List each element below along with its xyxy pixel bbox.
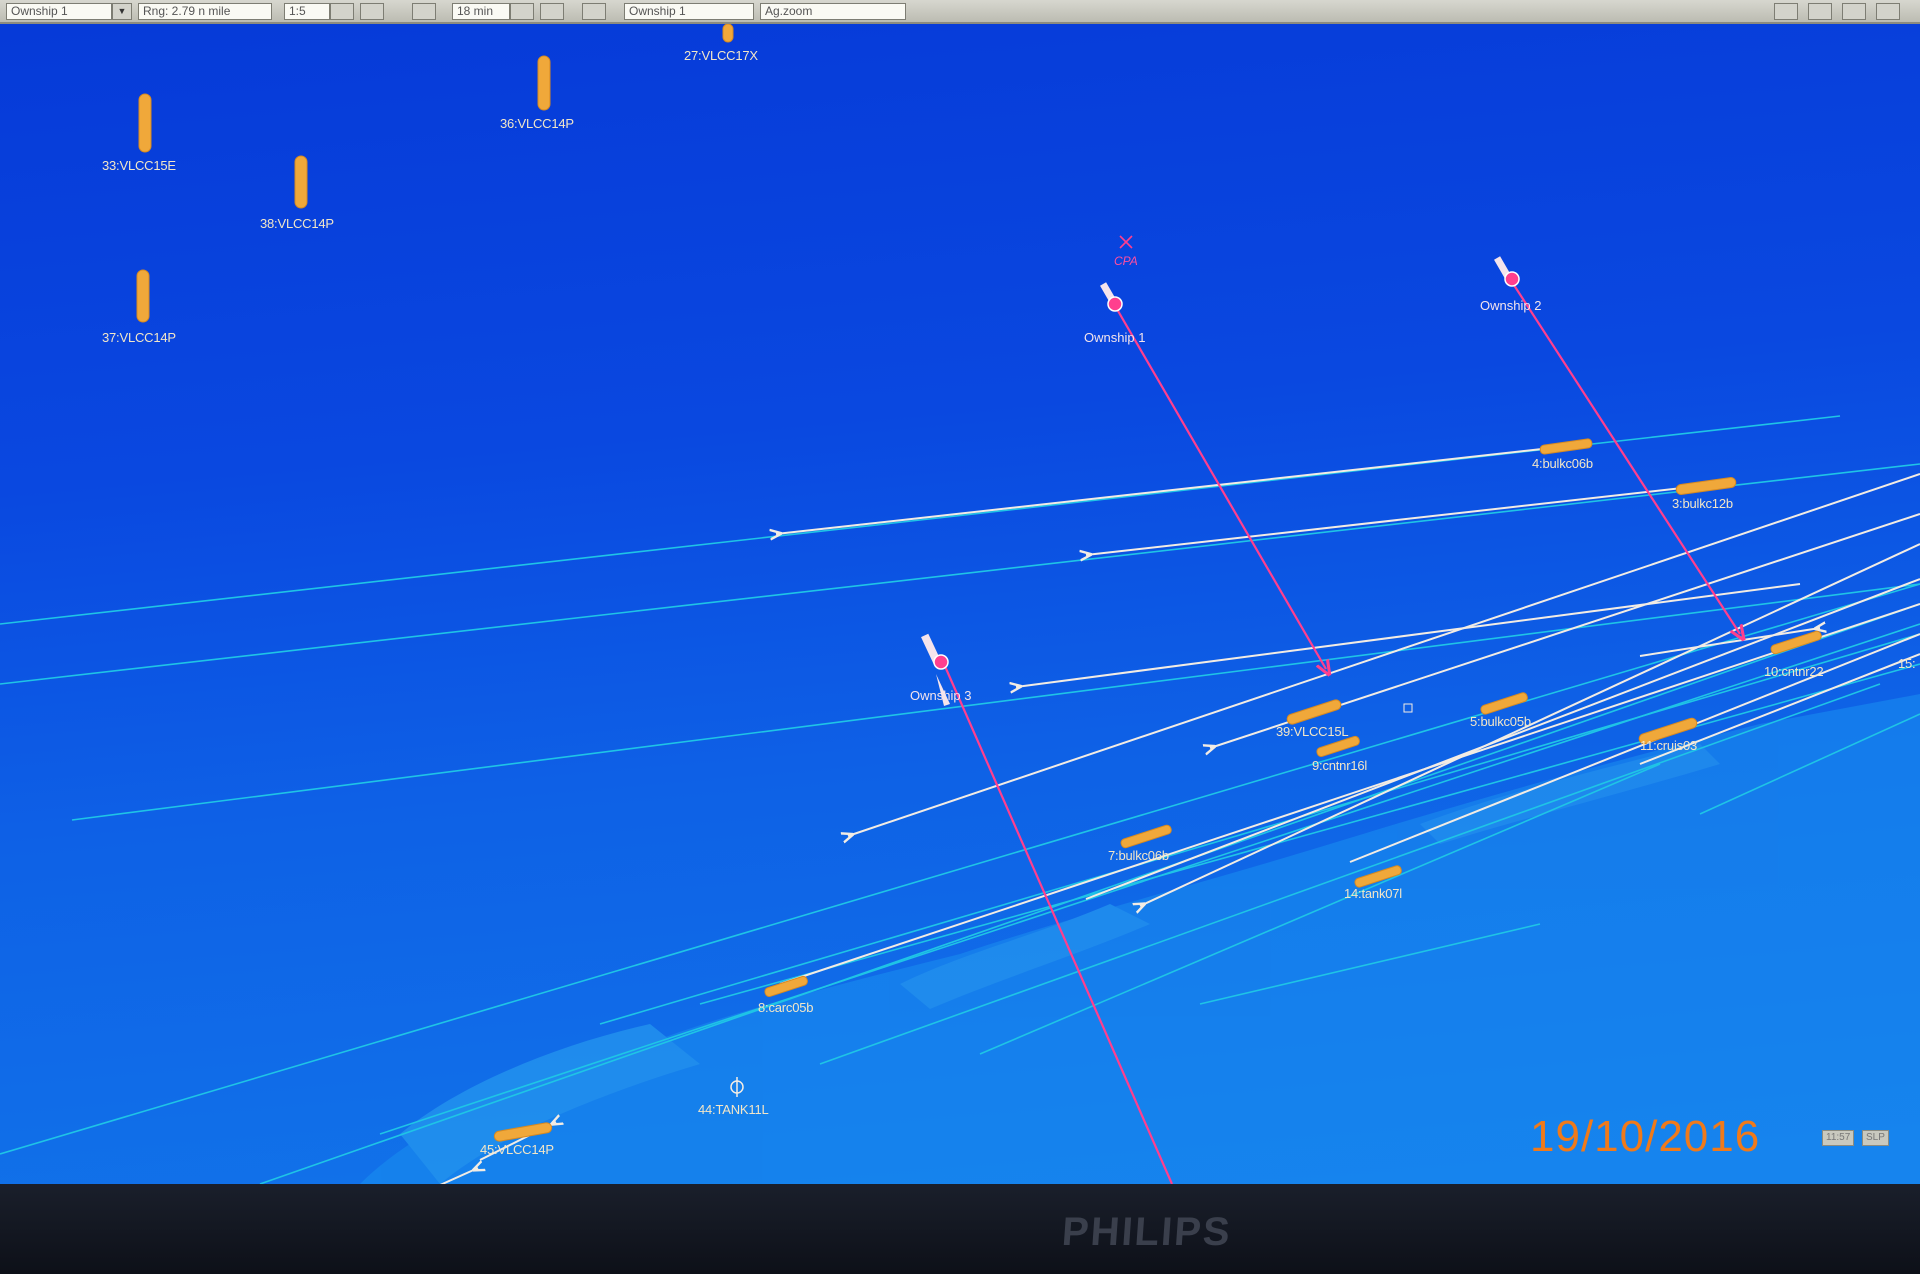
ownship-3-label: Ownship 3 (910, 688, 972, 703)
vessel-label: 36:VLCC14P (500, 116, 574, 131)
ownship-1-label: Ownship 1 (1084, 330, 1146, 345)
vessel-label: 9:cntnr16l (1312, 758, 1368, 773)
track-button[interactable] (582, 3, 606, 20)
vessel-label: 7:bulkc06b (1108, 848, 1169, 863)
track-vector-4 (776, 446, 1561, 534)
vessel-3-icon (1675, 477, 1737, 495)
zoom-out-button[interactable] (360, 3, 384, 20)
vessel-label: 45:VLCC14P (480, 1142, 554, 1157)
vessel-label: 38:VLCC14P (260, 216, 334, 231)
pan-button[interactable] (412, 3, 436, 20)
ownship-1-icon (1100, 282, 1123, 312)
vessel-27-icon (722, 24, 734, 43)
status-mode: SLP (1862, 1130, 1889, 1146)
vessel-33-icon (138, 93, 152, 153)
window-button-2[interactable] (1808, 3, 1832, 20)
toolbar: Ownship 1 ▼ Rng: 2.79 n mile 1:5 18 min … (0, 0, 1920, 24)
vessel-label: 10:cntnr22 (1764, 664, 1824, 679)
monitor-bezel (0, 1184, 1920, 1274)
vector-time-field[interactable]: 18 min (452, 3, 510, 20)
scale-field[interactable]: 1:5 (284, 3, 330, 20)
photo-timestamp: 19/10/2016 (1530, 1112, 1761, 1161)
vessel-label: 33:VLCC15E (102, 158, 176, 173)
target-marker (1403, 703, 1413, 713)
window-button-3[interactable] (1842, 3, 1866, 20)
vessel-label: 5:bulkc05b (1470, 714, 1531, 729)
ownship-symbols[interactable] (921, 256, 1520, 706)
vessel-37-icon (136, 269, 150, 323)
zoom-mode-field[interactable]: Ag.zoom (760, 3, 906, 20)
vessel-label: 14:tank07l (1344, 886, 1402, 901)
vessel-label: 15: (1898, 656, 1916, 671)
monitor-brand-logo: PHILIPS (1060, 1210, 1234, 1254)
vessel-7-icon (1120, 824, 1172, 849)
time-down-button[interactable] (540, 3, 564, 20)
vessel-5-icon (1480, 692, 1528, 715)
ownship-2-label: Ownship 2 (1480, 298, 1542, 313)
vessel-label: 3:bulkc12b (1672, 496, 1733, 511)
vessel-label: 8:carc05b (758, 1000, 814, 1015)
vessel-label: 37:VLCC14P (102, 330, 176, 345)
vessel-38-icon (294, 155, 308, 209)
cpa-marker[interactable] (1119, 235, 1133, 249)
vessel-36-icon (537, 55, 551, 111)
vessel-label: 4:bulkc06b (1532, 456, 1593, 471)
ownship-select-2[interactable]: Ownship 1 (624, 3, 754, 20)
time-up-button[interactable] (510, 3, 534, 20)
vessel-label: 39:VLCC15L (1276, 724, 1349, 739)
ownship-1-vector (1113, 303, 1326, 669)
status-time: 11:57 (1822, 1130, 1855, 1146)
vessel-label: 44:TANK11L (698, 1102, 769, 1117)
wake-line (0, 463, 1920, 685)
zoom-in-button[interactable] (330, 3, 354, 20)
track-vector-3 (1086, 485, 1701, 555)
window-button-1[interactable] (1774, 3, 1798, 20)
ownship-dropdown-arrow[interactable]: ▼ (112, 3, 132, 20)
cpa-label: CPA (1114, 254, 1138, 268)
radar-display[interactable]: 27:VLCC17X 36:VLCC14P 33:VLCC15E 38:VLCC… (0, 24, 1920, 1184)
traffic-overlay (0, 24, 1920, 1184)
ownship-2-icon (1494, 256, 1520, 287)
ownship-select[interactable]: Ownship 1 (6, 3, 112, 20)
vessel-4-icon (1539, 438, 1593, 455)
vessel-39-icon (1286, 699, 1342, 725)
range-ring-field[interactable]: Rng: 2.79 n mile (138, 3, 272, 20)
track-vector (1016, 583, 1801, 687)
vessel-label: 11:cruis03 (1640, 738, 1698, 753)
vessel-label: 27:VLCC17X (684, 48, 758, 63)
window-button-4[interactable] (1876, 3, 1900, 20)
